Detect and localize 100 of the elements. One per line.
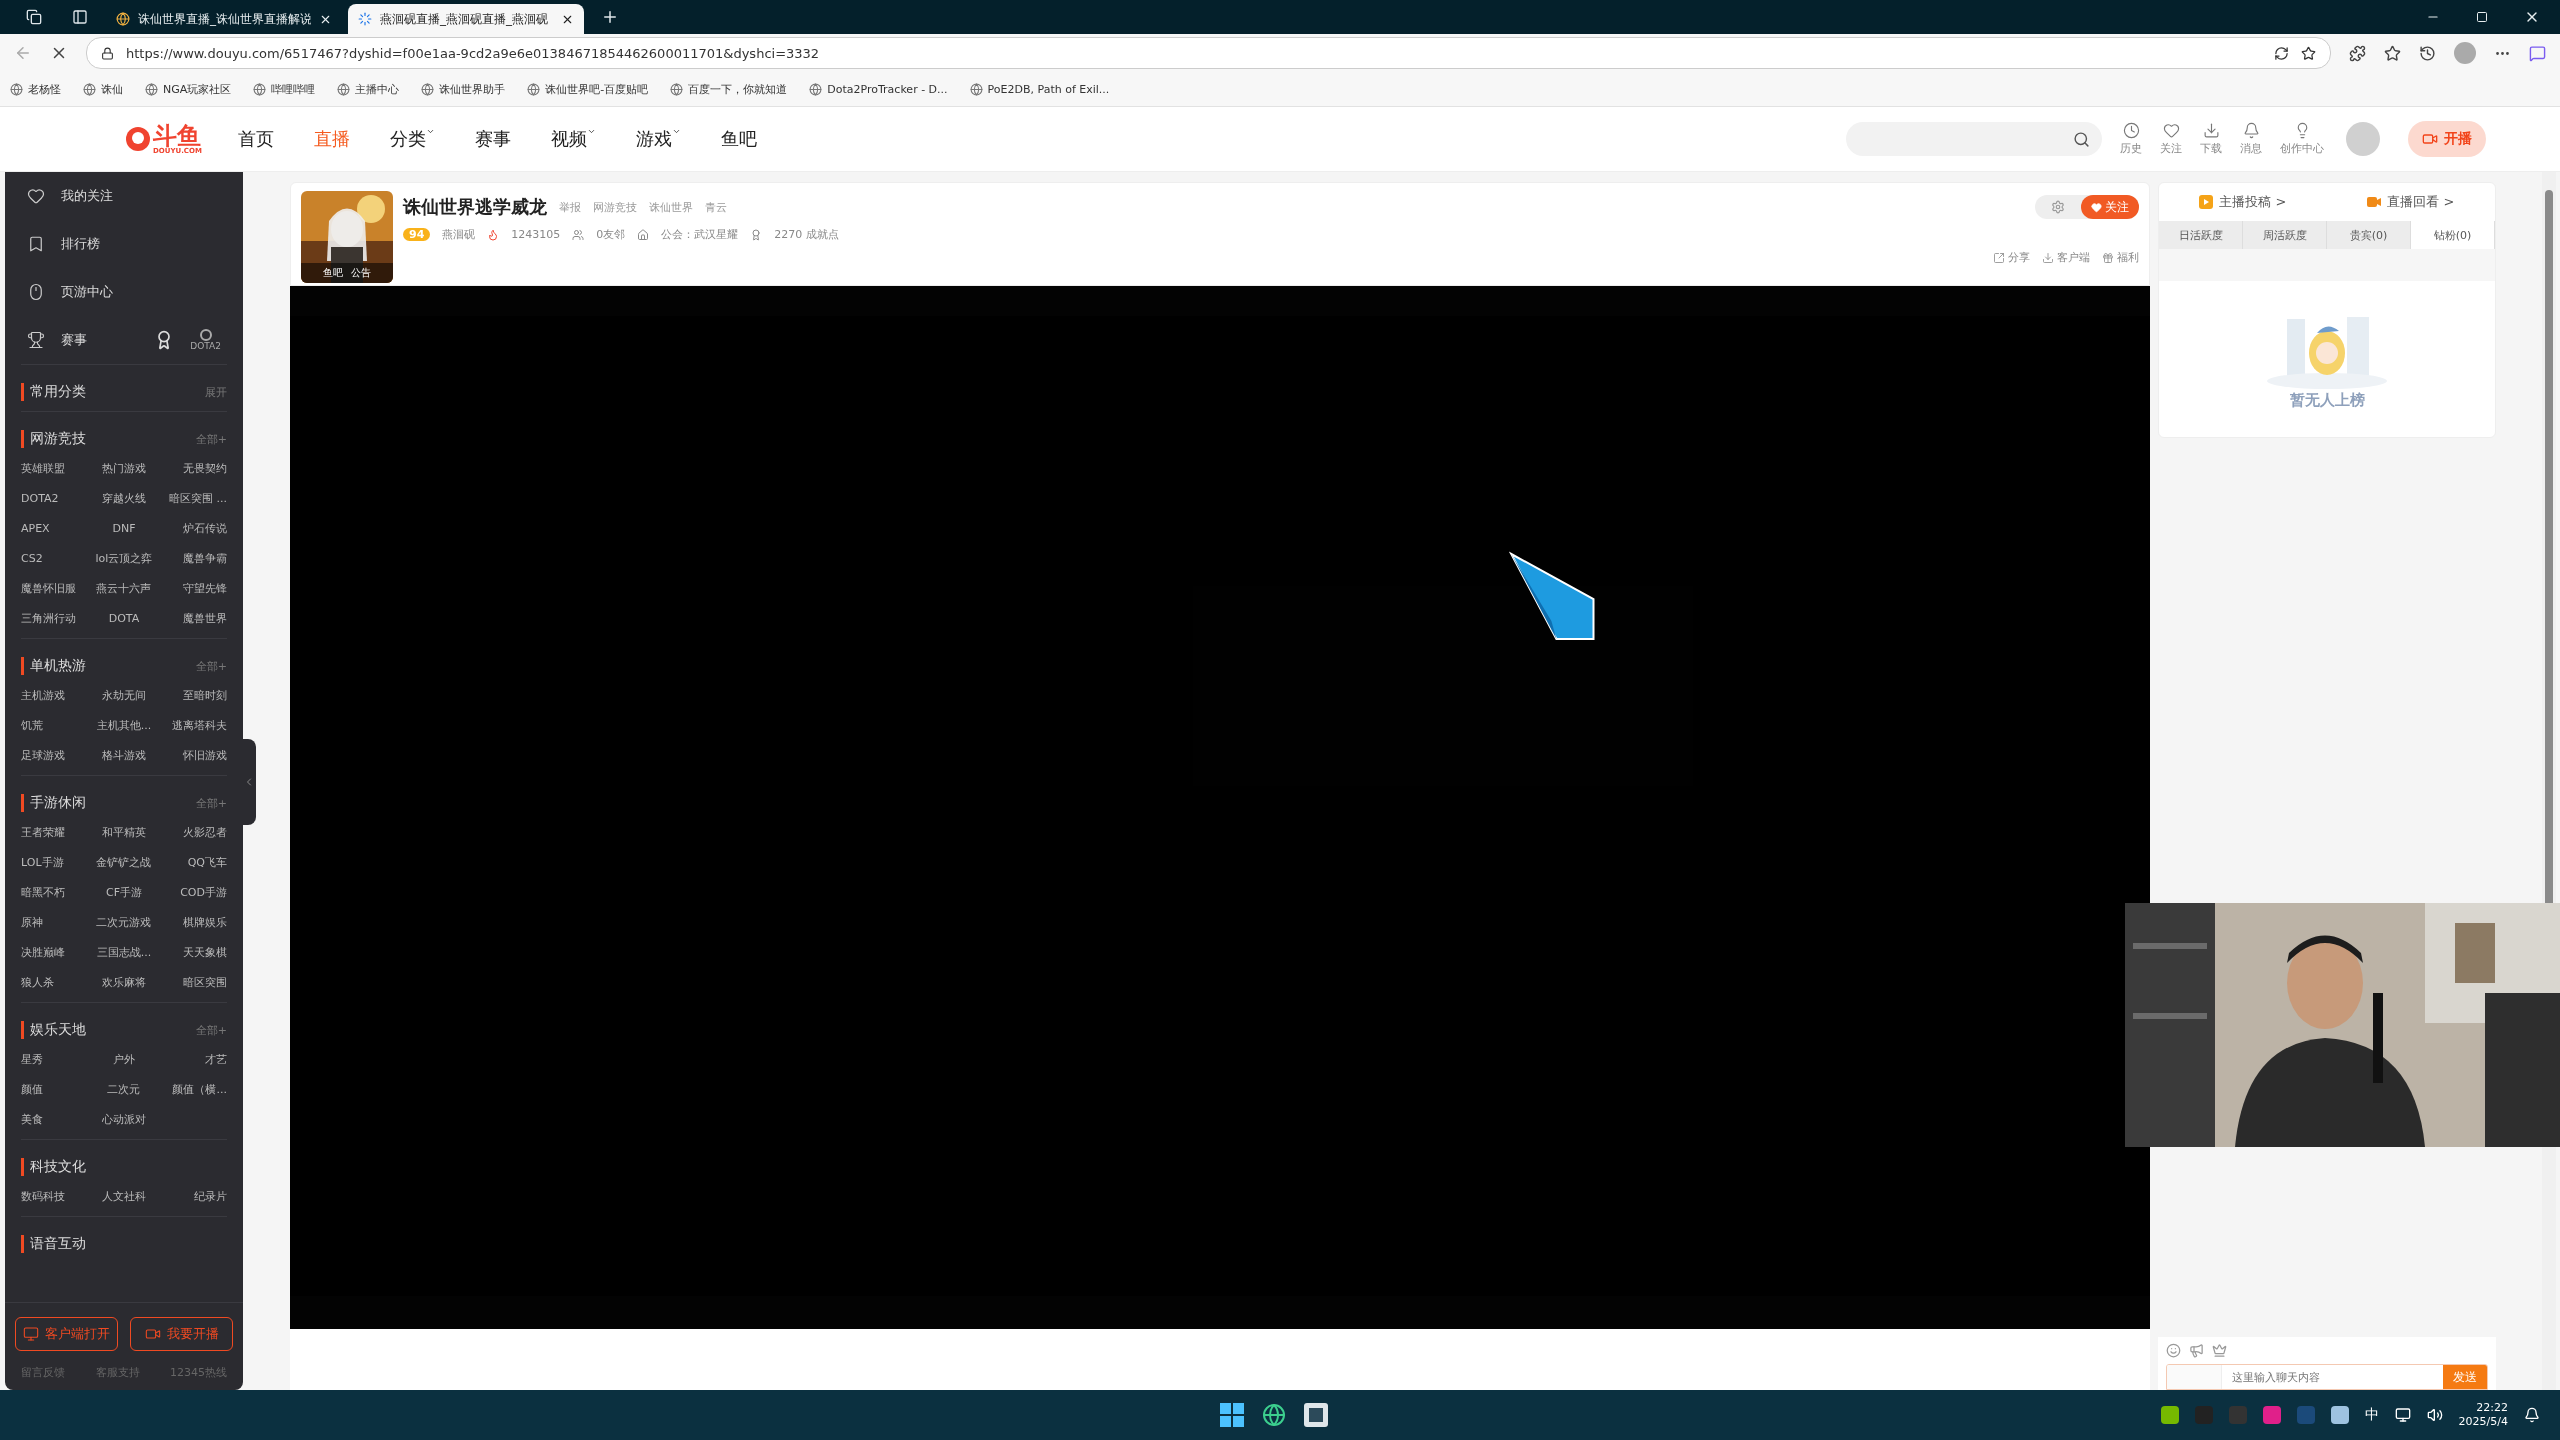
category-link[interactable]: 怀旧游戏 — [158, 741, 227, 771]
bookmark-item[interactable]: 诛仙世界助手 — [421, 81, 506, 97]
sidebar-link[interactable]: 赛事 — [61, 331, 87, 349]
category-link[interactable]: 魔兽怀旧服 — [21, 574, 90, 604]
category-link[interactable]: 心动派对 — [89, 1105, 159, 1135]
category-link[interactable]: 纪录片 — [158, 1182, 227, 1212]
category-link[interactable]: 三角洲行动 — [21, 604, 90, 634]
category-link[interactable]: CF手游 — [89, 878, 159, 908]
browser-tab[interactable]: 燕洄砚直播_燕洄砚直播_燕洄砚 — [348, 4, 584, 34]
panel-link[interactable]: 直播回看 > — [2367, 193, 2455, 211]
category-link[interactable]: 王者荣耀 — [21, 818, 90, 848]
category-link[interactable]: 二次元 — [89, 1075, 159, 1105]
extensions-icon[interactable] — [2349, 44, 2366, 62]
bookmark-item[interactable]: 老杨怪 — [10, 81, 61, 97]
bookmark-item[interactable]: Dota2ProTracker - D... — [809, 82, 948, 96]
notification-icon[interactable] — [2524, 1407, 2540, 1423]
category-link[interactable]: 热门游戏 — [89, 454, 159, 484]
panel-link[interactable]: 主播投稿 > — [2199, 193, 2287, 211]
nav-item[interactable]: 首页 — [237, 127, 274, 151]
category-link[interactable]: LOL手游 — [21, 848, 90, 878]
app-icon[interactable] — [1304, 1403, 1328, 1427]
category-link[interactable]: 无畏契约 — [158, 454, 227, 484]
category-link[interactable]: 金铲铲之战 — [89, 848, 159, 878]
rank-tab[interactable]: 周活跃度 — [2243, 221, 2327, 249]
refresh-icon[interactable] — [2274, 45, 2289, 61]
search-icon[interactable] — [2073, 130, 2090, 148]
category-link[interactable]: 欢乐麻将 — [89, 968, 159, 998]
bookmark-item[interactable]: 诛仙 — [83, 81, 123, 97]
category-link[interactable]: DOTA — [89, 604, 159, 634]
category-link[interactable]: 暗黑不朽 — [21, 878, 90, 908]
category-link[interactable]: 魔兽争霸 — [158, 544, 227, 574]
sidebar-link[interactable]: 页游中心 — [61, 283, 113, 301]
category-link[interactable]: 颜值 — [21, 1075, 90, 1105]
nav-item[interactable]: 游戏 — [635, 127, 681, 151]
category-link[interactable]: QQ飞车 — [158, 848, 227, 878]
rank-tab[interactable]: 贵宾(0) — [2327, 221, 2411, 249]
sidebar-button[interactable]: 客户端打开 — [15, 1317, 118, 1351]
category-link[interactable]: 颜值（横... — [158, 1075, 227, 1105]
category-link[interactable]: CS2 — [21, 544, 90, 574]
collapse-handle[interactable] — [242, 739, 256, 825]
workspaces-icon[interactable] — [26, 9, 42, 25]
header-action[interactable]: 历史 — [2120, 141, 2142, 156]
category-link[interactable]: 狼人杀 — [21, 968, 90, 998]
category-link[interactable]: 数码科技 — [21, 1182, 90, 1212]
history-icon[interactable] — [2419, 44, 2436, 62]
tray-icon[interactable] — [2160, 1406, 2179, 1424]
category-link[interactable]: 主机游戏 — [21, 681, 90, 711]
header-action[interactable]: 下载 — [2200, 141, 2222, 156]
crown-icon[interactable] — [2212, 1343, 2227, 1358]
category-link[interactable]: 燕云十六声 — [89, 574, 159, 604]
category-link[interactable]: lol云顶之弈 — [89, 544, 159, 574]
star-icon[interactable] — [2301, 45, 2316, 61]
avatar-link[interactable]: 鱼吧 — [323, 266, 343, 280]
header-action[interactable]: 关注 — [2160, 141, 2182, 156]
rank-tab[interactable]: 日活跃度 — [2159, 221, 2243, 249]
category-link[interactable]: 原神 — [21, 908, 90, 938]
category-link[interactable]: 守望先锋 — [158, 574, 227, 604]
browser-tab[interactable]: 诛仙世界直播_诛仙世界直播解说 — [106, 4, 342, 34]
sidebar-link[interactable]: 我的关注 — [61, 187, 113, 205]
bookmark-item[interactable]: 百度一下，你就知道 — [670, 81, 788, 97]
tray-icon[interactable] — [2262, 1406, 2281, 1424]
category-link[interactable]: 才艺 — [158, 1045, 227, 1075]
bookmark-item[interactable]: PoE2DB, Path of Exil... — [969, 82, 1110, 96]
network-icon[interactable] — [2394, 1407, 2411, 1423]
clock[interactable]: 22:22 2025/5/4 — [2458, 1400, 2508, 1430]
category-link[interactable]: 魔兽世界 — [158, 604, 227, 634]
room-tool-link[interactable]: 分享 — [1993, 250, 2030, 265]
category-link[interactable]: DNF — [89, 514, 159, 544]
category-link[interactable]: COD手游 — [158, 878, 227, 908]
category-link[interactable]: 饥荒 — [21, 711, 90, 741]
bookmark-item[interactable]: NGA玩家社区 — [145, 81, 232, 97]
megaphone-icon[interactable] — [2189, 1343, 2204, 1358]
address-field[interactable]: https://www.douyu.com/6517467?dyshid=f00e1aa-9cd2a9e6e01384671854462600011701&dyshci=3332 — [86, 37, 2331, 69]
volume-icon[interactable] — [2426, 1407, 2443, 1423]
category-link[interactable]: 二次元游戏 — [89, 908, 159, 938]
bookmark-item[interactable]: 主播中心 — [337, 81, 400, 97]
category-link[interactable]: 足球游戏 — [21, 741, 90, 771]
room-tool-link[interactable]: 客户端 — [2042, 250, 2090, 265]
sidebar-link[interactable]: 排行榜 — [61, 235, 100, 253]
avatar-link[interactable]: 公告 — [351, 266, 371, 280]
category-link[interactable]: 户外 — [89, 1045, 159, 1075]
category-link[interactable]: 主机其他... — [89, 711, 159, 741]
category-link[interactable]: 人文社科 — [89, 1182, 159, 1212]
category-link[interactable]: 火影忍者 — [158, 818, 227, 848]
category-link[interactable]: 决胜巅峰 — [21, 938, 90, 968]
category-link[interactable]: 暗区突围 — [158, 968, 227, 998]
header-action[interactable]: 消息 — [2240, 141, 2262, 156]
favorites-icon[interactable] — [2384, 44, 2401, 62]
emoji-icon[interactable] — [2166, 1343, 2181, 1358]
tab-actions-icon[interactable] — [72, 9, 88, 25]
input-method-indicator[interactable]: 中 — [2364, 1406, 2379, 1424]
category-link[interactable]: 永劫无间 — [89, 681, 159, 711]
tray-icon[interactable] — [2330, 1406, 2349, 1424]
category-link[interactable]: 天天象棋 — [158, 938, 227, 968]
category-link[interactable]: 逃离塔科夫 — [158, 711, 227, 741]
category-link[interactable]: 穿越火线 — [89, 484, 159, 514]
guild-name[interactable]: 公会：武汉星耀 — [661, 227, 739, 242]
category-link[interactable]: 格斗游戏 — [89, 741, 159, 771]
nav-item[interactable]: 分类 — [389, 127, 435, 151]
nav-item[interactable]: 赛事 — [474, 127, 511, 151]
